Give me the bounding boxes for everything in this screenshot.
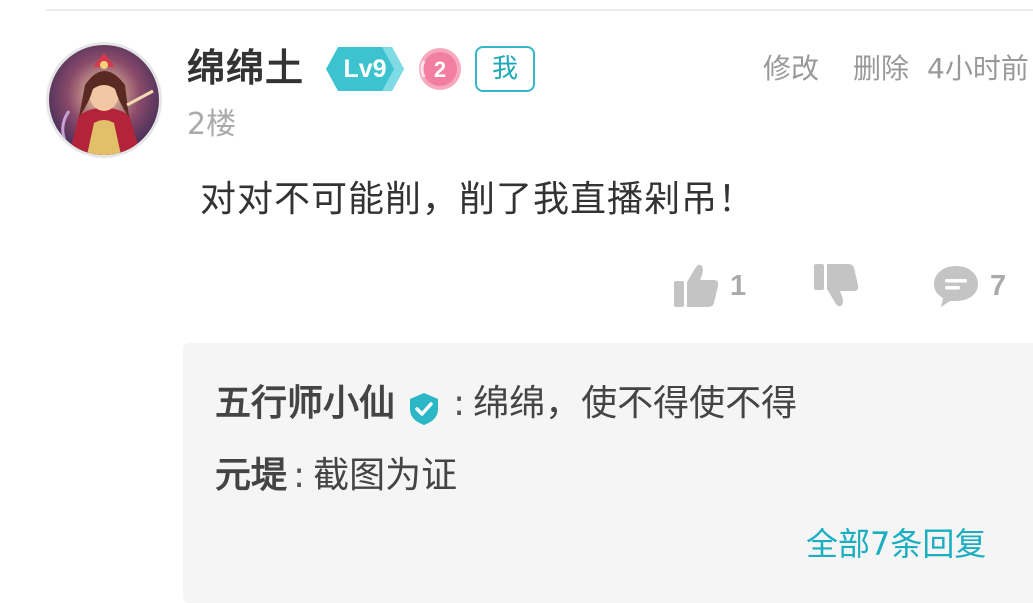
- reply-text: 截图为证: [313, 455, 458, 496]
- avatar[interactable]: [46, 42, 162, 158]
- reply-colon: :: [293, 455, 306, 496]
- reply-button[interactable]: 7: [932, 258, 1006, 314]
- floor-number: 2楼: [187, 107, 237, 142]
- delete-button[interactable]: 删除: [853, 48, 909, 90]
- reply-colon: :: [453, 383, 466, 424]
- like-count: 1: [730, 269, 747, 302]
- thumbs-down-icon: [814, 264, 859, 307]
- top-divider: [46, 9, 1033, 11]
- me-badge: 我: [475, 46, 535, 92]
- reply-author[interactable]: 五行师小仙: [215, 376, 395, 432]
- verified-check-icon: [407, 387, 441, 425]
- reply-count: 7: [990, 269, 1007, 302]
- avatar-image: [49, 45, 159, 155]
- medal-icon: 2: [418, 47, 462, 91]
- dislike-button[interactable]: [810, 258, 860, 314]
- username[interactable]: 绵绵土: [187, 40, 304, 96]
- like-button[interactable]: 1: [672, 258, 746, 314]
- comment-text: 对对不可能削，削了我直播剁吊！: [200, 179, 756, 220]
- medal-number: 2: [434, 57, 446, 82]
- reply-item[interactable]: 元堤 : 截图为证: [215, 448, 457, 504]
- level-label: Lv9: [343, 55, 387, 83]
- level-badge: Lv9: [326, 47, 404, 91]
- view-all-replies-link[interactable]: 全部7条回复: [806, 520, 986, 568]
- reply-author[interactable]: 元堤: [215, 448, 287, 504]
- edit-button[interactable]: 修改: [763, 48, 819, 90]
- reply-text: 绵绵，使不得使不得: [473, 383, 798, 424]
- thumbs-up-icon: [674, 264, 719, 307]
- reply-item[interactable]: 五行师小仙 : 绵绵，使不得使不得: [215, 376, 797, 432]
- speech-bubble-icon: [934, 266, 978, 307]
- timestamp: 4小时前: [927, 52, 1029, 85]
